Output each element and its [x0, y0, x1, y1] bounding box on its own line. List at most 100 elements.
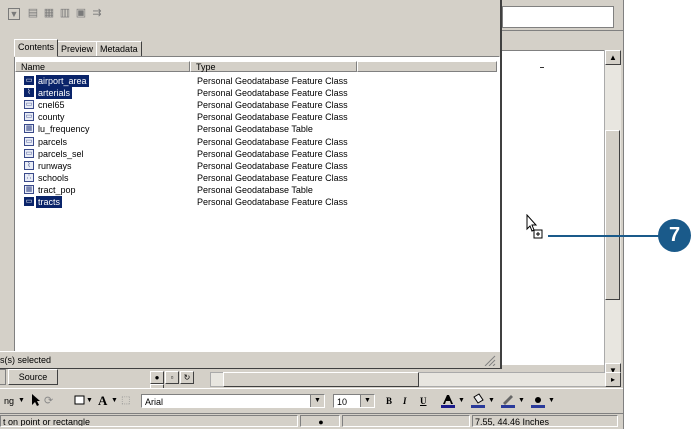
list-item[interactable]: ⌇ arterials Personal Geodatabase Feature C…: [24, 87, 444, 100]
map-display[interactable]: [502, 50, 606, 365]
item-type: Personal Geodatabase Feature Class: [197, 112, 348, 123]
italic-button[interactable]: I: [403, 393, 407, 409]
launch-arcmap-icon[interactable]: ⇉: [90, 6, 104, 20]
item-type: Personal Geodatabase Feature Class: [197, 197, 348, 207]
item-name: runways: [38, 160, 72, 171]
item-type: Personal Geodatabase Feature Class: [197, 76, 348, 86]
list-item[interactable]: ▦ lu_frequency Personal Geodatabase Table: [24, 123, 444, 135]
line-color-icon[interactable]: [500, 393, 516, 409]
polygon-feature-class-icon: ▭: [24, 197, 34, 206]
tab-source[interactable]: Source: [8, 369, 58, 385]
layout-view-icon[interactable]: ▫: [165, 371, 179, 384]
scroll-right-button[interactable]: ▸: [605, 372, 621, 387]
catalog-status-bar: s(s) selected: [0, 351, 500, 368]
line-color-dropdown-icon[interactable]: ▼: [518, 393, 525, 409]
tab-preview[interactable]: Preview: [57, 41, 98, 57]
status-blank: [342, 415, 470, 427]
column-header-blank: [357, 61, 497, 72]
text-dropdown-icon[interactable]: ▼: [111, 393, 118, 409]
item-type: Personal Geodatabase Feature Class: [197, 88, 348, 99]
polygon-feature-class-icon: ▭: [24, 136, 34, 146]
polygon-feature-class-icon: ▭: [24, 100, 34, 110]
status-indicator: ●: [300, 415, 340, 427]
item-type: Personal Geodatabase Feature Class: [197, 160, 348, 171]
map-horizontal-scroll-thumb[interactable]: [223, 372, 419, 387]
underline-button[interactable]: U: [420, 393, 427, 409]
item-name: parcels: [38, 136, 68, 147]
font-color-icon[interactable]: [440, 393, 456, 409]
polygon-feature-class-icon: ▭: [24, 76, 34, 85]
column-header-name[interactable]: Name: [15, 61, 190, 72]
edit-vertices-icon[interactable]: ⬚: [121, 393, 130, 409]
fill-color-icon[interactable]: [470, 393, 486, 409]
fill-color-dropdown-icon[interactable]: ▼: [488, 393, 495, 409]
tab-metadata[interactable]: Metadata: [96, 41, 142, 57]
drawing-menu-dropdown-icon[interactable]: ▼: [18, 393, 25, 409]
marker-color-dropdown-icon[interactable]: ▼: [548, 393, 555, 409]
view-dropdown-icon[interactable]: ▼: [8, 8, 20, 20]
item-type: Personal Geodatabase Table: [197, 184, 313, 195]
list-item[interactable]: ▭ cnel65 Personal Geodatabase Feature Clas…: [24, 99, 444, 111]
view-buttons: ●▫↻◂: [150, 371, 208, 397]
rectangle-dropdown-icon[interactable]: ▼: [86, 393, 93, 409]
item-type: Personal Geodatabase Table: [197, 124, 313, 135]
large-icons-icon[interactable]: ▤: [26, 6, 40, 20]
font-size-field[interactable]: 10 ▼: [333, 394, 375, 408]
list-item[interactable]: ▭ airport_area Personal Geodatabase Featur…: [24, 75, 444, 87]
rotate-icon[interactable]: ⟳: [44, 393, 53, 409]
font-name-value: Arial: [145, 397, 164, 407]
list-item[interactable]: ▭ parcels Personal Geodatabase Feature Cla…: [24, 136, 444, 148]
list-item[interactable]: ▦ tract_pop Personal Geodatabase Table: [24, 184, 444, 196]
callout-step-number: 7: [658, 219, 691, 252]
toc-display-tab[interactable]: [0, 369, 6, 385]
arcmap-toolbar-field: [502, 6, 614, 28]
map-feature-dash: [540, 67, 544, 68]
status-bar: t on point or rectangle ● 7.55, 44.46 In…: [0, 414, 623, 429]
arcmap-separator: [502, 30, 623, 31]
rectangle-icon[interactable]: [74, 393, 85, 409]
item-type: Personal Geodatabase Feature Class: [197, 100, 348, 111]
contents-list-header: Name Type: [15, 61, 498, 73]
marker-color-icon[interactable]: [530, 393, 546, 409]
list-item[interactable]: ⌇ runways Personal Geodatabase Feature Cla…: [24, 160, 444, 172]
refresh-icon[interactable]: ↻: [180, 371, 194, 384]
font-color-dropdown-icon[interactable]: ▼: [458, 393, 465, 409]
column-header-type[interactable]: Type: [190, 61, 357, 72]
list-item[interactable]: ▭ county Personal Geodatabase Feature Clas…: [24, 111, 444, 123]
tab-contents[interactable]: Contents: [14, 39, 59, 57]
resize-grip-icon[interactable]: [484, 355, 496, 367]
details-icon[interactable]: ▥: [58, 6, 72, 20]
item-type: Personal Geodatabase Feature Class: [197, 172, 348, 183]
list-item[interactable]: ▭ tracts Personal Geodatabase Feature Clas…: [24, 196, 444, 208]
drag-copy-cursor-icon: [526, 213, 546, 242]
item-name: arterials: [36, 87, 73, 100]
data-view-icon[interactable]: ●: [150, 371, 164, 384]
item-type: Personal Geodatabase Feature Class: [197, 148, 348, 159]
scroll-up-button[interactable]: ▲: [605, 50, 621, 65]
catalog-tabs: Contents Preview Metadata: [14, 39, 142, 57]
font-size-value: 10: [337, 397, 348, 407]
new-text-icon[interactable]: A: [98, 393, 107, 409]
map-vertical-scroll-thumb[interactable]: [605, 130, 620, 300]
thumbnails-icon[interactable]: ▣: [74, 6, 88, 20]
bold-button[interactable]: B: [386, 393, 392, 409]
table-icon: ▦: [24, 124, 34, 134]
font-size-dropdown-icon[interactable]: ▼: [360, 395, 374, 407]
drawing-menu-label[interactable]: ng: [4, 393, 14, 409]
point-feature-class-icon: ∴: [24, 172, 34, 182]
item-name: tract_pop: [38, 184, 76, 195]
font-dropdown-icon[interactable]: ▼: [310, 395, 324, 407]
line-feature-class-icon: ⌇: [24, 160, 34, 170]
list-item[interactable]: ▭ parcels_sel Personal Geodatabase Feature…: [24, 148, 444, 160]
font-name-field[interactable]: Arial ▼: [141, 394, 325, 408]
item-name: airport_area: [36, 75, 89, 87]
list-icon[interactable]: ▦: [42, 6, 56, 20]
list-item[interactable]: ∴ schools Personal Geodatabase Feature Cla…: [24, 172, 444, 184]
polygon-feature-class-icon: ▭: [24, 112, 34, 122]
line-feature-class-icon: ⌇: [24, 88, 34, 98]
callout-leader-line: [548, 235, 660, 237]
item-name: parcels_sel: [38, 148, 84, 159]
item-name: cnel65: [38, 100, 65, 111]
select-elements-icon[interactable]: [31, 393, 41, 409]
item-name: county: [38, 112, 65, 123]
